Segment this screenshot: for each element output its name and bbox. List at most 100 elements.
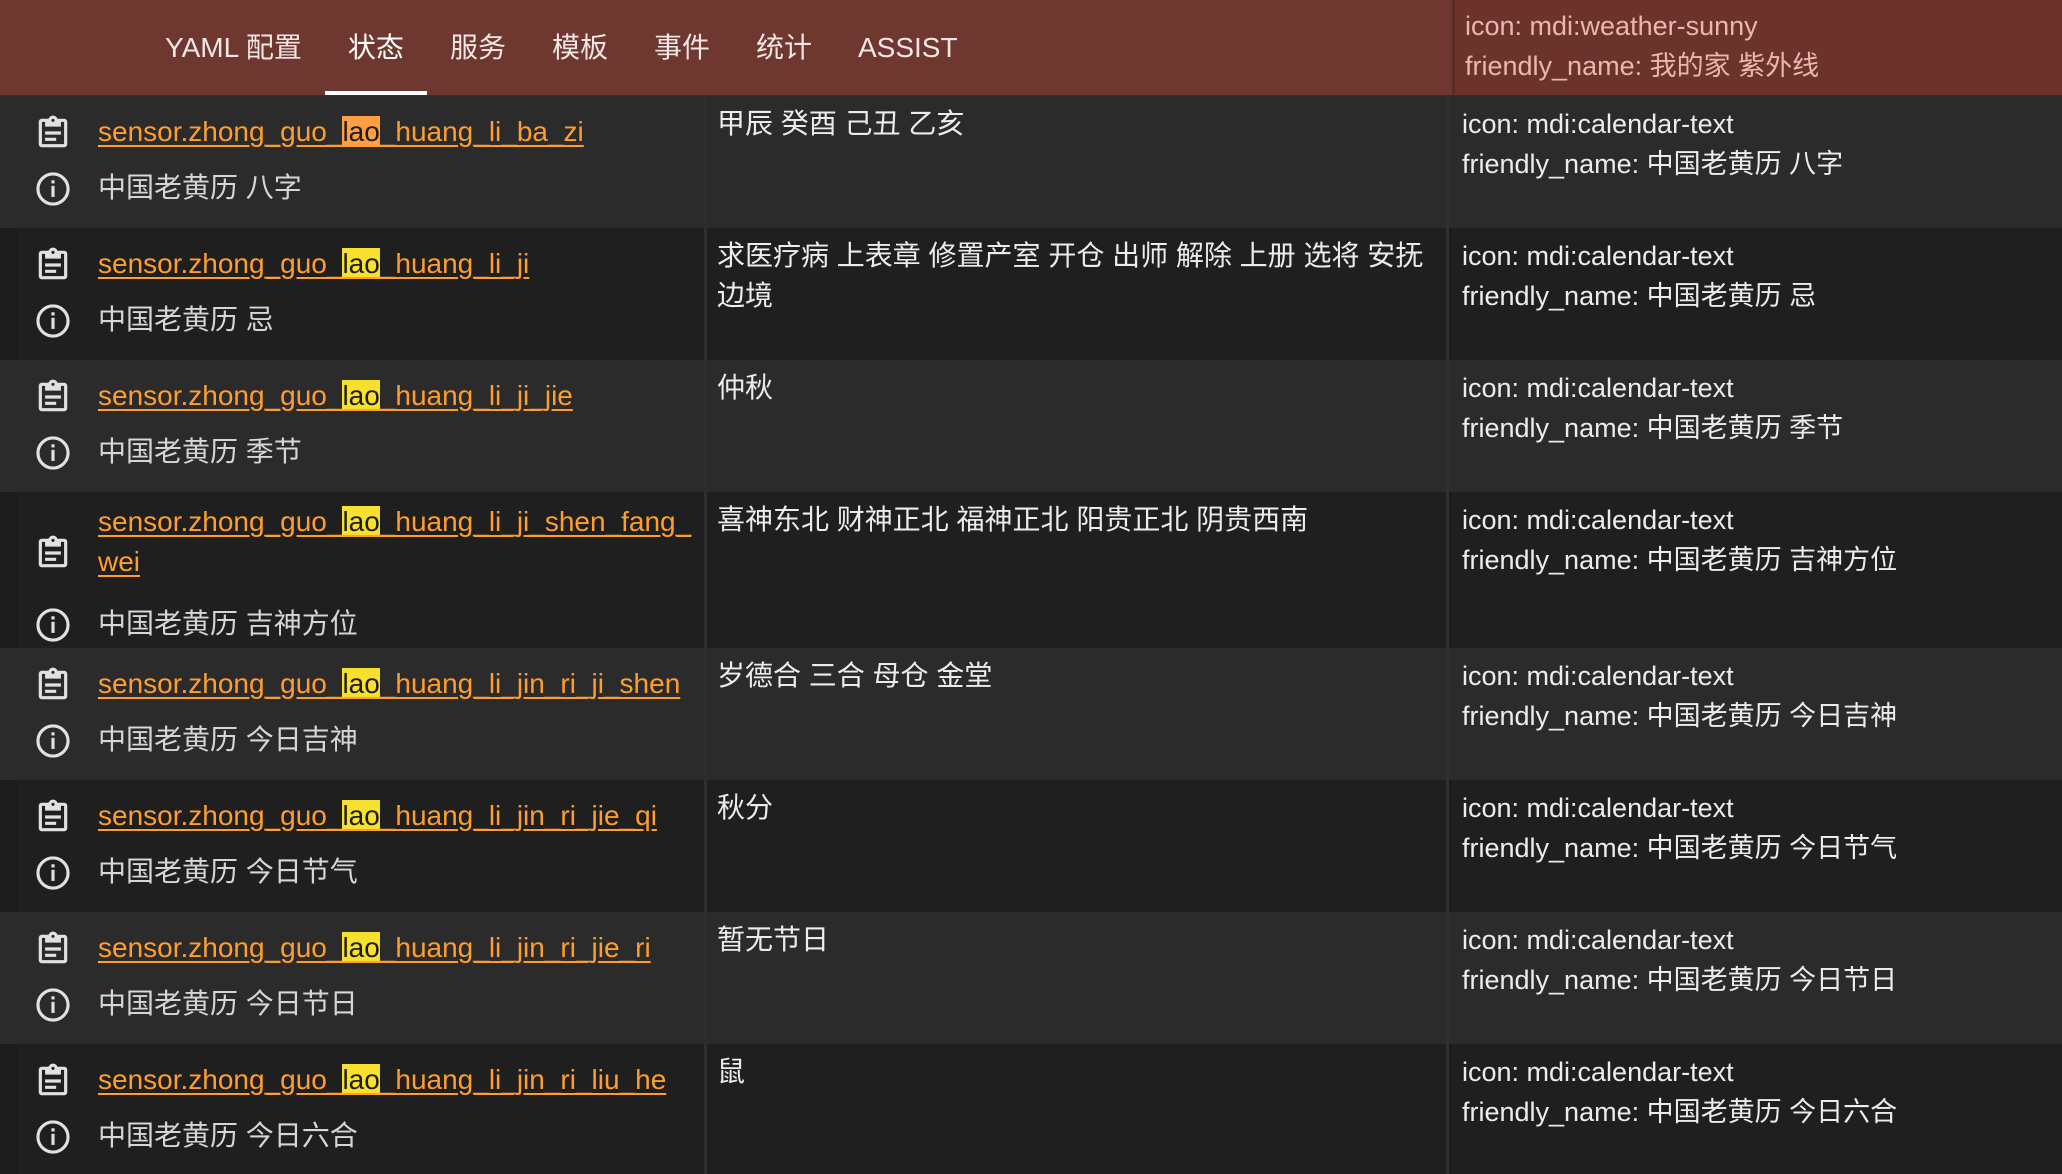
search-match-highlight: lao xyxy=(342,668,380,699)
entity-cell: sensor.zhong_guo_lao_huang_li_jin_ri_liu… xyxy=(18,1044,707,1174)
state-cell: 甲辰 癸酉 己丑 乙亥 xyxy=(707,96,1449,228)
attributes-cell: icon: mdi:calendar-text friendly_name: 中… xyxy=(1452,492,2062,648)
state-cell: 求医疗病 上表章 修置产室 开仓 出师 解除 上册 选将 安抚边境 xyxy=(707,228,1449,360)
entity-id-link[interactable]: sensor.zhong_guo_lao_huang_li_jin_ri_ji_… xyxy=(98,664,698,704)
entity-id-link[interactable]: sensor.zhong_guo_lao_huang_li_ji_shen_fa… xyxy=(98,502,698,582)
clipboard-text-icon[interactable] xyxy=(34,666,72,704)
search-match-highlight: lao xyxy=(342,800,380,831)
information-outline-icon[interactable] xyxy=(34,170,72,208)
attributes-cell: icon: mdi:calendar-text friendly_name: 中… xyxy=(1452,228,2062,360)
entity-id-link[interactable]: sensor.zhong_guo_lao_huang_li_jin_ri_liu… xyxy=(98,1060,698,1100)
table-row: sensor.zhong_guo_lao_huang_li_ji_shen_fa… xyxy=(0,492,2062,648)
attributes-cell: icon: mdi:calendar-text friendly_name: 中… xyxy=(1452,1044,2062,1174)
information-outline-icon[interactable] xyxy=(34,606,72,644)
state-value: 秋分 xyxy=(717,792,774,823)
table-row: sensor.zhong_guo_lao_huang_li_jin_ri_jie… xyxy=(0,912,2062,1044)
state-value: 甲辰 癸酉 己丑 乙亥 xyxy=(717,108,965,139)
entity-cell: sensor.zhong_guo_lao_huang_li_ji 中国老黄历 忌 xyxy=(18,228,707,360)
developer-tools-tabs: YAML 配置 状态 服务 模板 事件 统计 ASSIST xyxy=(142,0,981,95)
state-value: 暂无节日 xyxy=(717,924,830,955)
entity-friendly-name: 中国老黄历 忌 xyxy=(98,304,274,335)
entity-cell: sensor.zhong_guo_lao_huang_li_jin_ri_jie… xyxy=(18,912,707,1044)
attribute-friendly-name: friendly_name: 中国老黄历 今日节日 xyxy=(1462,965,1898,995)
table-row: sensor.zhong_guo_lao_huang_li_jin_ri_liu… xyxy=(0,1044,2062,1174)
entity-id-link[interactable]: sensor.zhong_guo_lao_huang_li_jin_ri_jie… xyxy=(98,796,698,836)
information-outline-icon[interactable] xyxy=(34,302,72,340)
attribute-icon: icon: mdi:calendar-text xyxy=(1462,1057,1734,1087)
state-cell: 暂无节日 xyxy=(707,912,1449,1044)
information-outline-icon[interactable] xyxy=(34,986,72,1024)
attributes-cell: icon: mdi:calendar-text friendly_name: 中… xyxy=(1452,96,2062,228)
table-row: sensor.zhong_guo_lao_huang_li_jin_ri_jie… xyxy=(0,780,2062,912)
search-match-highlight: lao xyxy=(342,932,380,963)
search-match-highlight: lao xyxy=(342,248,380,279)
entities-table: sensor.zhong_guo_lao_huang_li_ba_zi 中国老黄… xyxy=(0,96,2062,1174)
attribute-friendly-name: friendly_name: 中国老黄历 今日节气 xyxy=(1462,833,1898,863)
entity-cell: sensor.zhong_guo_lao_huang_li_jin_ri_jie… xyxy=(18,780,707,912)
entity-friendly-name: 中国老黄历 今日节气 xyxy=(98,856,358,887)
entity-id-link[interactable]: sensor.zhong_guo_lao_huang_li_ji_jie xyxy=(98,376,698,416)
clipboard-text-icon[interactable] xyxy=(34,378,72,416)
entity-friendly-name: 中国老黄历 今日六合 xyxy=(98,1120,358,1151)
attribute-icon: icon: mdi:weather-sunny xyxy=(1465,11,1758,41)
entity-id-link[interactable]: sensor.zhong_guo_lao_huang_li_jin_ri_jie… xyxy=(98,928,698,968)
state-value: 喜神东北 财神正北 福神正北 阳贵正北 阴贵西南 xyxy=(717,504,1309,535)
entity-friendly-name: 中国老黄历 吉神方位 xyxy=(98,608,358,639)
attribute-icon: icon: mdi:calendar-text xyxy=(1462,505,1734,535)
entity-id-link[interactable]: sensor.zhong_guo_lao_huang_li_ba_zi xyxy=(98,112,698,152)
entity-cell: sensor.zhong_guo_lao_huang_li_ba_zi 中国老黄… xyxy=(18,96,707,228)
state-value: 鼠 xyxy=(717,1056,746,1087)
table-row: sensor.zhong_guo_lao_huang_li_ba_zi 中国老黄… xyxy=(0,96,2062,228)
attribute-friendly-name: friendly_name: 中国老黄历 吉神方位 xyxy=(1462,545,1898,575)
clipboard-text-icon[interactable] xyxy=(34,534,72,572)
state-cell: 喜神东北 财神正北 福神正北 阳贵正北 阴贵西南 xyxy=(707,492,1449,648)
tab-events[interactable]: 事件 xyxy=(631,0,733,95)
table-row: sensor.zhong_guo_lao_huang_li_ji_jie 中国老… xyxy=(0,360,2062,492)
entity-friendly-name: 中国老黄历 八字 xyxy=(98,172,302,203)
entity-cell: sensor.zhong_guo_lao_huang_li_ji_shen_fa… xyxy=(18,492,707,648)
tab-templates[interactable]: 模板 xyxy=(529,0,631,95)
tab-statistics[interactable]: 统计 xyxy=(733,0,835,95)
attribute-icon: icon: mdi:calendar-text xyxy=(1462,661,1734,691)
attribute-friendly-name: friendly_name: 中国老黄历 今日吉神 xyxy=(1462,701,1898,731)
attributes-cell: icon: mdi:calendar-text friendly_name: 中… xyxy=(1452,648,2062,780)
attributes-cell: icon: mdi:calendar-text friendly_name: 中… xyxy=(1452,360,2062,492)
clipboard-text-icon[interactable] xyxy=(34,246,72,284)
clipboard-text-icon[interactable] xyxy=(34,798,72,836)
table-row: sensor.zhong_guo_lao_huang_li_ji 中国老黄历 忌… xyxy=(0,228,2062,360)
table-row: sensor.zhong_guo_lao_huang_li_jin_ri_ji_… xyxy=(0,648,2062,780)
attribute-friendly-name: friendly_name: 中国老黄历 今日六合 xyxy=(1462,1097,1898,1127)
clipboard-text-icon[interactable] xyxy=(34,114,72,152)
entity-friendly-name: 中国老黄历 今日吉神 xyxy=(98,724,358,755)
state-value: 求医疗病 上表章 修置产室 开仓 出师 解除 上册 选将 安抚边境 xyxy=(717,240,1424,311)
tab-states[interactable]: 状态 xyxy=(324,0,427,95)
entity-id-link[interactable]: sensor.zhong_guo_lao_huang_li_ji xyxy=(98,244,698,284)
state-value: 岁德合 三合 母仓 金堂 xyxy=(717,660,993,691)
attribute-icon: icon: mdi:calendar-text xyxy=(1462,241,1734,271)
state-cell: 鼠 xyxy=(707,1044,1449,1174)
information-outline-icon[interactable] xyxy=(34,854,72,892)
tab-yaml[interactable]: YAML 配置 xyxy=(142,0,325,95)
attributes-cell: icon: mdi:calendar-text friendly_name: 中… xyxy=(1452,912,2062,1044)
state-cell: 岁德合 三合 母仓 金堂 xyxy=(707,648,1449,780)
attribute-icon: icon: mdi:calendar-text xyxy=(1462,373,1734,403)
clipboard-text-icon[interactable] xyxy=(34,1062,72,1100)
attributes-cell: icon: mdi:calendar-text friendly_name: 中… xyxy=(1452,780,2062,912)
attribute-friendly-name: friendly_name: 中国老黄历 忌 xyxy=(1462,281,1817,311)
entity-friendly-name: 中国老黄历 今日节日 xyxy=(98,988,358,1019)
attribute-friendly-name: friendly_name: 中国老黄历 八字 xyxy=(1462,149,1844,179)
search-match-highlight: lao xyxy=(342,116,380,147)
attribute-friendly-name: friendly_name: 我的家 紫外线 xyxy=(1465,51,1820,81)
entity-friendly-name: 中国老黄历 季节 xyxy=(98,436,302,467)
tab-assist[interactable]: ASSIST xyxy=(835,0,981,95)
entity-cell: sensor.zhong_guo_lao_huang_li_jin_ri_ji_… xyxy=(18,648,707,780)
attribute-icon: icon: mdi:calendar-text xyxy=(1462,793,1734,823)
search-match-highlight: lao xyxy=(342,506,380,537)
search-match-highlight: lao xyxy=(342,380,380,411)
information-outline-icon[interactable] xyxy=(34,434,72,472)
tab-services[interactable]: 服务 xyxy=(427,0,529,95)
state-cell: 秋分 xyxy=(707,780,1449,912)
clipboard-text-icon[interactable] xyxy=(34,930,72,968)
information-outline-icon[interactable] xyxy=(34,1118,72,1156)
information-outline-icon[interactable] xyxy=(34,722,72,760)
